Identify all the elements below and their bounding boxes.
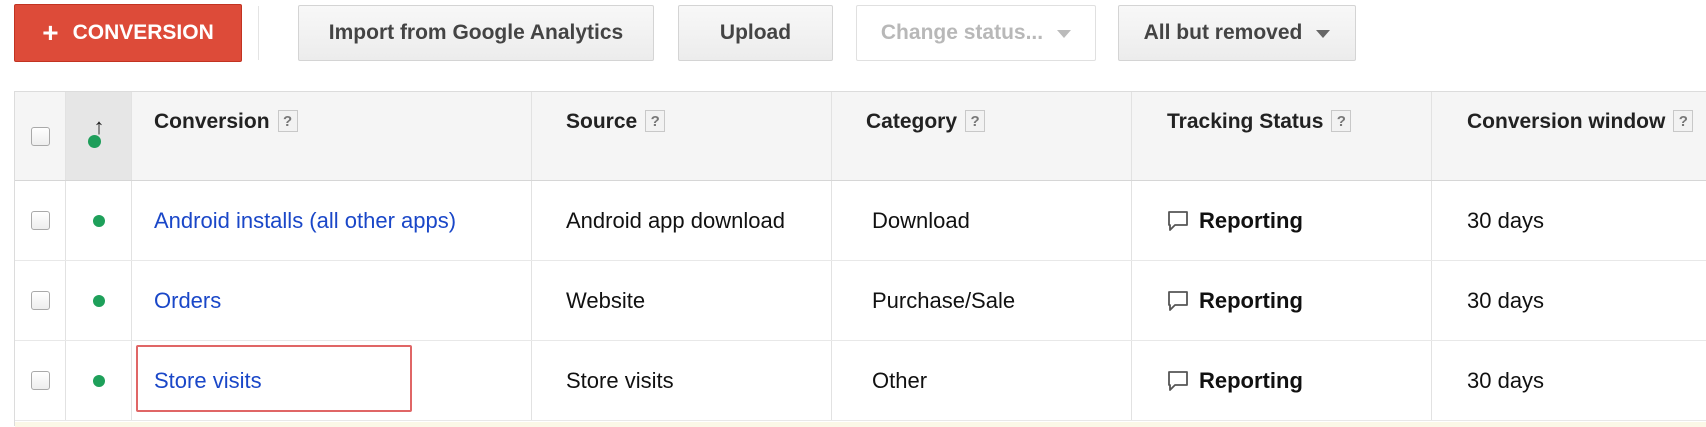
help-icon[interactable]: ? [1673, 110, 1694, 132]
column-header-category[interactable]: Category ? [832, 92, 1132, 180]
status-filter-dropdown[interactable]: All but removed [1118, 5, 1356, 61]
header-status-sort[interactable]: ↑ [66, 92, 132, 180]
tracking-status[interactable]: Reporting [1167, 208, 1303, 234]
category-cell: Purchase/Sale [832, 261, 1132, 340]
conversion-link[interactable]: Store visits [154, 368, 262, 394]
chevron-down-icon [1316, 30, 1331, 38]
table-row: Store visits Store visits Other Reportin… [15, 341, 1706, 421]
enabled-status-icon [92, 294, 105, 307]
enabled-status-icon [92, 214, 105, 227]
select-all-checkbox[interactable] [30, 126, 50, 146]
tracking-status-label: Reporting [1199, 287, 1303, 313]
header-select-all-cell [15, 92, 66, 180]
upload-button-label: Upload [719, 21, 792, 44]
row-checkbox[interactable] [30, 211, 50, 230]
tracking-status-label: Reporting [1199, 207, 1303, 233]
column-header-conversion-window[interactable]: Conversion window ? [1432, 92, 1706, 180]
change-status-label: Change status... [880, 21, 1044, 44]
column-header-label: Conversion [154, 110, 270, 133]
conversion-cell: Orders [132, 261, 532, 340]
column-header-tracking-status[interactable]: Tracking Status ? [1132, 92, 1432, 180]
import-google-analytics-button[interactable]: Import from Google Analytics [298, 5, 654, 61]
toolbar: + CONVERSION Import from Google Analytic… [0, 0, 1706, 80]
row-select-cell [15, 341, 66, 420]
add-conversion-label: CONVERSION [72, 21, 214, 44]
category-cell: Download [832, 181, 1132, 260]
table-row: Orders Website Purchase/Sale Reporting 3… [15, 261, 1706, 341]
conversion-link[interactable]: Orders [154, 288, 221, 314]
row-select-cell [15, 261, 66, 340]
column-header-conversion[interactable]: Conversion ? [132, 92, 532, 180]
chevron-down-icon [1057, 30, 1072, 38]
column-header-label: Source [566, 110, 638, 133]
status-dot-icon [87, 135, 101, 148]
change-status-dropdown[interactable]: Change status... [856, 5, 1096, 61]
conversion-cell: Android installs (all other apps) [132, 181, 532, 260]
tracking-status-cell: Reporting [1132, 261, 1432, 340]
column-header-label: Conversion window [1467, 110, 1666, 133]
enabled-status-icon [92, 374, 105, 387]
upload-button[interactable]: Upload [678, 5, 833, 61]
tracking-status-label: Reporting [1199, 367, 1303, 393]
column-header-label: Tracking Status [1167, 110, 1324, 133]
tracking-status-cell: Reporting [1132, 341, 1432, 420]
table-row: Android installs (all other apps) Androi… [15, 181, 1706, 261]
conversion-window-cell: 30 days [1467, 287, 1545, 313]
comment-bubble-icon [1168, 370, 1188, 391]
conversion-window-cell: 30 days [1467, 367, 1545, 393]
source-cell: Website [532, 261, 832, 340]
import-button-label: Import from Google Analytics [328, 21, 624, 44]
source-cell: Store visits [532, 341, 832, 420]
tracking-status-cell: Reporting [1132, 181, 1432, 260]
row-status-cell [66, 341, 132, 420]
column-header-label: Category [866, 110, 958, 133]
comment-bubble-icon [1168, 290, 1188, 311]
tracking-status[interactable]: Reporting [1167, 288, 1303, 314]
sort-status-control: ↑ [84, 116, 114, 156]
help-icon[interactable]: ? [1331, 110, 1352, 132]
row-checkbox[interactable] [30, 291, 50, 310]
category-cell: Other [832, 341, 1132, 420]
tracking-status[interactable]: Reporting [1167, 368, 1303, 394]
next-row-hint [15, 422, 1706, 427]
help-icon[interactable]: ? [277, 110, 298, 132]
conversion-cell: Store visits [132, 341, 532, 420]
table-header: ↑ Conversion ? Source ? Category ? Track… [15, 92, 1706, 181]
help-icon[interactable]: ? [645, 110, 666, 132]
row-select-cell [15, 181, 66, 260]
comment-bubble-icon [1168, 210, 1188, 231]
column-header-source[interactable]: Source ? [532, 92, 832, 180]
conversion-window-cell: 30 days [1467, 207, 1545, 233]
help-icon[interactable]: ? [965, 110, 986, 132]
row-status-cell [66, 181, 132, 260]
toolbar-separator [258, 6, 259, 60]
plus-icon: + [42, 17, 59, 48]
conversions-table: ↑ Conversion ? Source ? Category ? Track… [14, 91, 1706, 427]
status-filter-label: All but removed [1143, 21, 1303, 44]
conversion-link[interactable]: Android installs (all other apps) [154, 208, 456, 234]
source-cell: Android app download [532, 181, 832, 260]
add-conversion-button[interactable]: + CONVERSION [14, 4, 242, 62]
row-status-cell [66, 261, 132, 340]
row-checkbox[interactable] [30, 371, 50, 390]
